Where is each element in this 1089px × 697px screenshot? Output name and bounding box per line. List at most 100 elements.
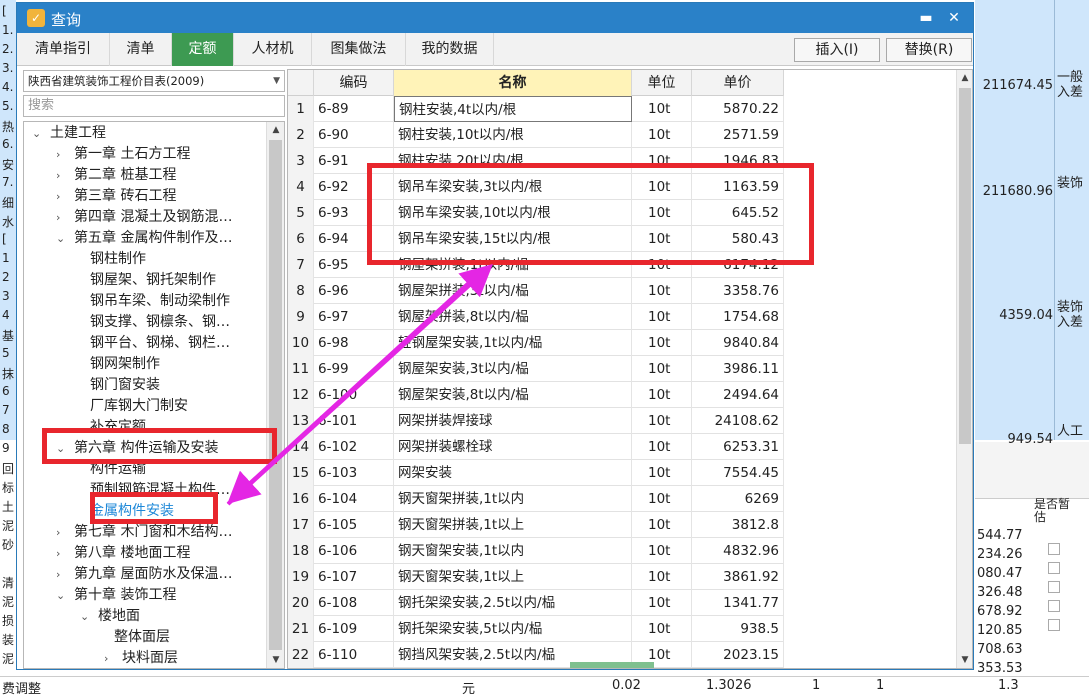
row-number[interactable]: 17 bbox=[288, 512, 314, 538]
estimate-checkbox[interactable] bbox=[1048, 543, 1060, 555]
tree-scrollbar[interactable]: ▲ ▼ bbox=[266, 122, 284, 668]
estimate-checkbox[interactable] bbox=[1048, 600, 1060, 612]
price-cell[interactable]: 2023.15 bbox=[692, 642, 784, 668]
table-row[interactable]: 18 6-106 钢天窗架安装,1t以内 10t 4832.96 bbox=[288, 538, 784, 564]
tree-node[interactable]: ⌄ 第五章 金属构件制作及… bbox=[56, 228, 232, 249]
tree-node[interactable]: ⌄ 土建工程 bbox=[32, 123, 106, 144]
code-cell[interactable]: 6-97 bbox=[314, 304, 394, 330]
price-cell[interactable]: 3986.11 bbox=[692, 356, 784, 382]
price-cell[interactable]: 3812.8 bbox=[692, 512, 784, 538]
name-cell[interactable]: 钢屋架安装,3t以内/榀 bbox=[394, 356, 632, 382]
unit-cell[interactable]: 10t bbox=[632, 304, 692, 330]
tree-node[interactable]: › 第八章 楼地面工程 bbox=[56, 543, 190, 564]
name-cell[interactable]: 网架拼装焊接球 bbox=[394, 408, 632, 434]
row-number[interactable]: 21 bbox=[288, 616, 314, 642]
price-cell[interactable]: 6253.31 bbox=[692, 434, 784, 460]
insert-button[interactable]: 插入(I) bbox=[794, 38, 880, 62]
unit-header[interactable]: 单位 bbox=[632, 70, 692, 96]
table-row[interactable]: 12 6-100 钢屋架安装,8t以内/榀 10t 2494.64 bbox=[288, 382, 784, 408]
name-cell[interactable]: 钢托架梁安装,5t以内/榀 bbox=[394, 616, 632, 642]
chevron-down-icon[interactable]: ⌄ bbox=[56, 228, 68, 249]
name-cell[interactable]: 钢天窗架拼装,1t以内 bbox=[394, 486, 632, 512]
estimate-checkbox[interactable] bbox=[1048, 581, 1060, 593]
name-cell[interactable]: 轻钢屋架安装,1t以内/榀 bbox=[394, 330, 632, 356]
name-cell[interactable]: 钢屋架安装,8t以内/榀 bbox=[394, 382, 632, 408]
unit-cell[interactable]: 10t bbox=[632, 538, 692, 564]
row-number[interactable]: 15 bbox=[288, 460, 314, 486]
scroll-down-icon[interactable]: ▼ bbox=[957, 652, 972, 668]
code-cell[interactable]: 6-102 bbox=[314, 434, 394, 460]
tab-atlas-method[interactable]: 图集做法 bbox=[312, 33, 406, 66]
code-cell[interactable]: 6-98 bbox=[314, 330, 394, 356]
name-cell[interactable]: 钢柱安装,4t以内/根 bbox=[394, 96, 632, 122]
table-row[interactable]: 2 6-90 钢柱安装,10t以内/根 10t 2571.59 bbox=[288, 122, 784, 148]
code-header[interactable]: 编码 bbox=[314, 70, 394, 96]
chevron-right-icon[interactable]: › bbox=[56, 165, 68, 186]
row-number[interactable]: 19 bbox=[288, 564, 314, 590]
tree-node[interactable]: 钢网架制作 bbox=[82, 354, 160, 375]
name-cell[interactable]: 钢屋架拼装,3t以内/榀 bbox=[394, 278, 632, 304]
name-cell[interactable]: 钢托架梁安装,2.5t以内/榀 bbox=[394, 590, 632, 616]
code-cell[interactable]: 6-107 bbox=[314, 564, 394, 590]
tree-node[interactable]: › 第四章 混凝土及钢筋混… bbox=[56, 207, 232, 228]
row-number[interactable]: 11 bbox=[288, 356, 314, 382]
tab-quota[interactable]: 定额 bbox=[172, 33, 234, 66]
code-cell[interactable]: 6-103 bbox=[314, 460, 394, 486]
table-row[interactable]: 21 6-109 钢托架梁安装,5t以内/榀 10t 938.5 bbox=[288, 616, 784, 642]
row-number[interactable]: 3 bbox=[288, 148, 314, 174]
code-cell[interactable]: 6-106 bbox=[314, 538, 394, 564]
code-cell[interactable]: 6-101 bbox=[314, 408, 394, 434]
table-row[interactable]: 19 6-107 钢天窗架安装,1t以上 10t 3861.92 bbox=[288, 564, 784, 590]
code-cell[interactable]: 6-104 bbox=[314, 486, 394, 512]
chevron-right-icon[interactable]: › bbox=[56, 564, 68, 585]
chevron-down-icon[interactable]: ⌄ bbox=[80, 606, 92, 627]
tree-node[interactable]: › 第一章 土石方工程 bbox=[56, 144, 190, 165]
scroll-down-icon[interactable]: ▼ bbox=[267, 652, 284, 668]
row-number[interactable]: 22 bbox=[288, 642, 314, 668]
unit-cell[interactable]: 10t bbox=[632, 330, 692, 356]
table-row[interactable]: 22 6-110 钢挡风架安装,2.5t以内/榀 10t 2023.15 bbox=[288, 642, 784, 668]
unit-cell[interactable]: 10t bbox=[632, 460, 692, 486]
row-number[interactable]: 14 bbox=[288, 434, 314, 460]
tree-scroll-thumb[interactable] bbox=[269, 140, 282, 650]
tree-node[interactable]: › 第九章 屋面防水及保温… bbox=[56, 564, 232, 585]
replace-button[interactable]: 替换(R) bbox=[886, 38, 972, 62]
tab-my-data[interactable]: 我的数据 bbox=[406, 33, 494, 66]
grid-scrollbar[interactable]: ▲ ▼ bbox=[956, 70, 972, 668]
row-number[interactable]: 9 bbox=[288, 304, 314, 330]
table-row[interactable]: 9 6-97 钢屋架拼装,8t以内/榀 10t 1754.68 bbox=[288, 304, 784, 330]
row-number[interactable]: 20 bbox=[288, 590, 314, 616]
table-row[interactable]: 14 6-102 网架拼装螺栓球 10t 6253.31 bbox=[288, 434, 784, 460]
tree-node[interactable]: › 第三章 砖石工程 bbox=[56, 186, 176, 207]
tree-node[interactable]: 钢屋架、钢托架制作 bbox=[82, 270, 216, 291]
code-cell[interactable]: 6-99 bbox=[314, 356, 394, 382]
search-input[interactable]: 搜索 bbox=[23, 95, 285, 117]
chevron-right-icon[interactable]: › bbox=[56, 522, 68, 543]
code-cell[interactable]: 6-110 bbox=[314, 642, 394, 668]
code-cell[interactable]: 6-90 bbox=[314, 122, 394, 148]
price-cell[interactable]: 1754.68 bbox=[692, 304, 784, 330]
price-cell[interactable]: 5870.22 bbox=[692, 96, 784, 122]
table-row[interactable]: 11 6-99 钢屋架安装,3t以内/榀 10t 3986.11 bbox=[288, 356, 784, 382]
name-cell[interactable]: 钢天窗架安装,1t以内 bbox=[394, 538, 632, 564]
table-row[interactable]: 8 6-96 钢屋架拼装,3t以内/榀 10t 3358.76 bbox=[288, 278, 784, 304]
code-cell[interactable]: 6-109 bbox=[314, 616, 394, 642]
row-number[interactable]: 4 bbox=[288, 174, 314, 200]
grid-scroll-thumb[interactable] bbox=[959, 88, 971, 444]
row-number[interactable]: 13 bbox=[288, 408, 314, 434]
table-row[interactable]: 1 6-89 钢柱安装,4t以内/根 10t 5870.22 bbox=[288, 96, 784, 122]
tree-node[interactable]: 钢门窗安装 bbox=[82, 375, 160, 396]
minimize-icon[interactable]: ▬ bbox=[915, 7, 937, 29]
unit-cell[interactable]: 10t bbox=[632, 564, 692, 590]
chevron-right-icon[interactable]: › bbox=[56, 543, 68, 564]
unit-cell[interactable]: 10t bbox=[632, 434, 692, 460]
code-cell[interactable]: 6-96 bbox=[314, 278, 394, 304]
chevron-down-icon[interactable]: ⌄ bbox=[56, 585, 68, 606]
chevron-right-icon[interactable]: › bbox=[104, 648, 116, 668]
unit-cell[interactable]: 10t bbox=[632, 512, 692, 538]
row-number[interactable]: 2 bbox=[288, 122, 314, 148]
name-header[interactable]: 名称 bbox=[394, 70, 632, 96]
price-cell[interactable]: 4832.96 bbox=[692, 538, 784, 564]
row-number[interactable]: 6 bbox=[288, 226, 314, 252]
table-row[interactable]: 17 6-105 钢天窗架拼装,1t以上 10t 3812.8 bbox=[288, 512, 784, 538]
